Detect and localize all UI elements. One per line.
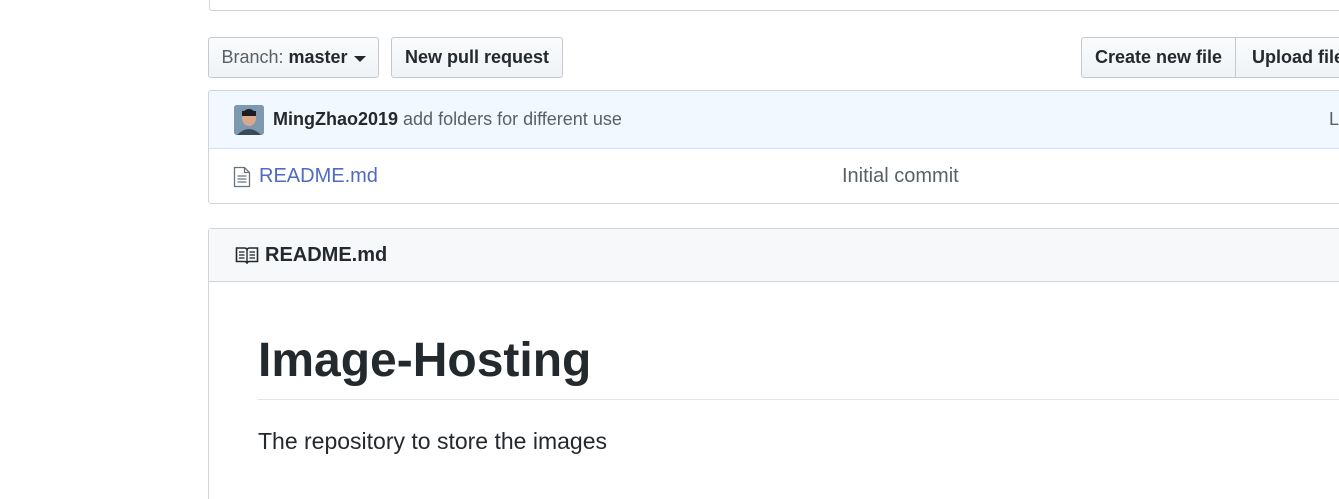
readme-header: README.md — [209, 229, 1339, 282]
latest-commit-info: L — [1329, 109, 1339, 129]
commit-message-link[interactable]: add folders for different use — [403, 109, 622, 130]
latest-commit-bar: MingZhao2019 add folders for different u… — [209, 91, 1339, 149]
branch-value: master — [288, 47, 348, 67]
book-icon — [235, 247, 259, 264]
branch-label: Branch: — [221, 47, 284, 67]
create-new-file-button[interactable]: Create new file — [1081, 37, 1236, 78]
previous-panel-fragment — [209, 0, 1339, 11]
readme-panel: README.md Image-Hosting The repository t… — [208, 228, 1339, 499]
file-actions-group: Create new file Upload files — [1081, 37, 1339, 78]
commit-author-link[interactable]: MingZhao2019 — [273, 109, 398, 130]
file-icon — [233, 166, 251, 187]
repo-page: Branch: master New pull request Create n… — [0, 0, 1339, 499]
file-last-commit-link[interactable]: Initial commit — [842, 165, 959, 188]
readme-heading: Image-Hosting — [258, 334, 1339, 400]
caret-down-icon — [353, 55, 366, 62]
avatar-image — [234, 104, 264, 135]
readme-title: README.md — [265, 243, 388, 266]
file-name-link[interactable]: README.md — [259, 165, 378, 188]
upload-files-button[interactable]: Upload files — [1236, 37, 1339, 78]
new-pull-request-button[interactable]: New pull request — [391, 37, 563, 78]
branch-select-button[interactable]: Branch: master — [208, 37, 379, 78]
readme-content: Image-Hosting The repository to store th… — [209, 334, 1339, 455]
readme-paragraph: The repository to store the images — [258, 427, 607, 454]
file-row: README.md Initial commit — [209, 149, 1339, 203]
file-list: MingZhao2019 add folders for different u… — [208, 90, 1339, 204]
avatar[interactable] — [234, 104, 264, 135]
